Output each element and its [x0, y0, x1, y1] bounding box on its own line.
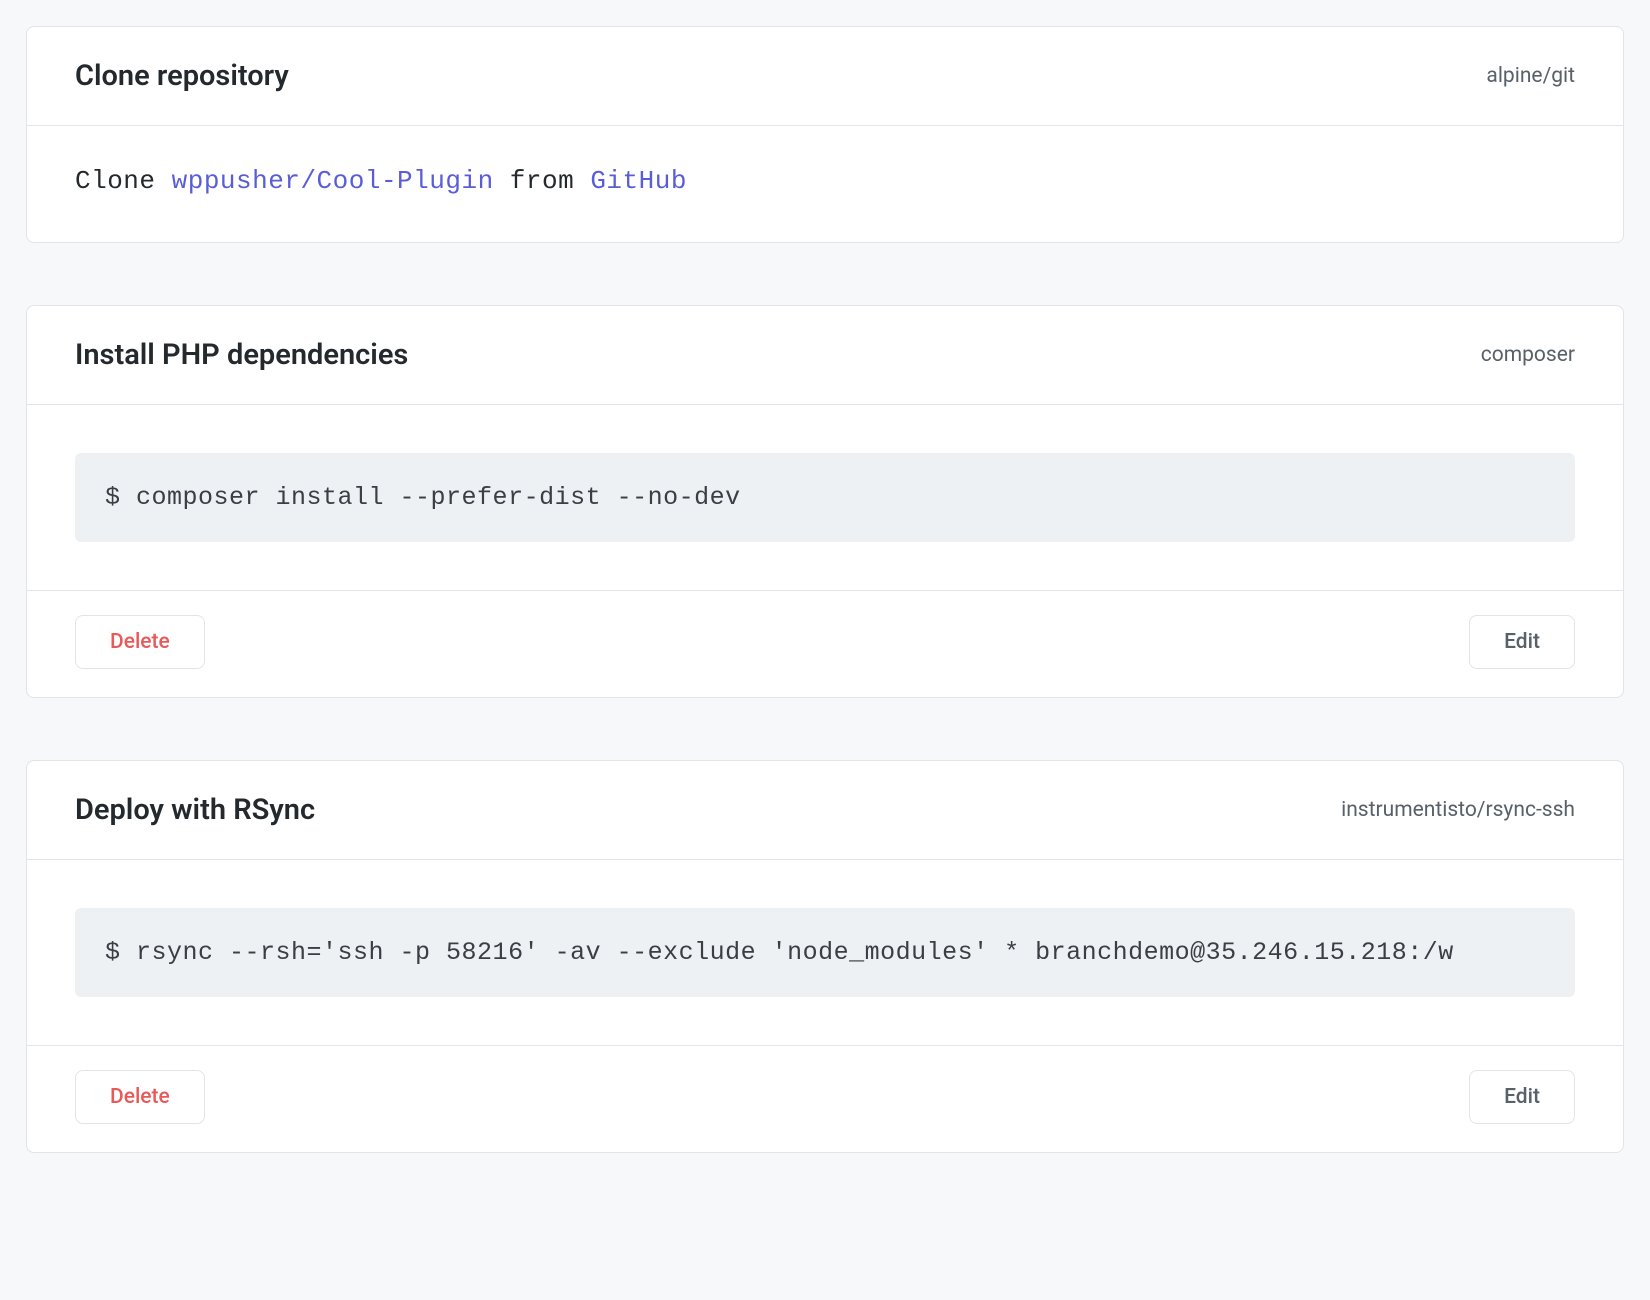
clone-repo-link[interactable]: wppusher/Cool-Plugin [172, 166, 494, 196]
delete-button[interactable]: Delete [75, 1070, 205, 1124]
clone-prefix: Clone [75, 166, 172, 196]
clone-description: Clone wppusher/Cool-Plugin from GitHub [75, 166, 1575, 196]
card-body: $ rsync --rsh='ssh -p 58216' -av --exclu… [27, 860, 1623, 1045]
card-title: Clone repository [75, 59, 289, 93]
clone-middle: from [494, 166, 591, 196]
card-header: Install PHP dependencies composer [27, 306, 1623, 405]
clone-source-link[interactable]: GitHub [590, 166, 687, 196]
card-tag: alpine/git [1486, 64, 1575, 88]
card-title: Install PHP dependencies [75, 338, 408, 372]
edit-button[interactable]: Edit [1469, 615, 1575, 669]
deploy-rsync-card: Deploy with RSync instrumentisto/rsync-s… [26, 760, 1624, 1153]
card-footer: Delete Edit [27, 1045, 1623, 1152]
card-body: $ composer install --prefer-dist --no-de… [27, 405, 1623, 590]
card-footer: Delete Edit [27, 590, 1623, 697]
card-body: Clone wppusher/Cool-Plugin from GitHub [27, 126, 1623, 242]
delete-button[interactable]: Delete [75, 615, 205, 669]
clone-repository-card: Clone repository alpine/git Clone wppush… [26, 26, 1624, 243]
command-block: $ rsync --rsh='ssh -p 58216' -av --exclu… [75, 908, 1575, 997]
card-header: Clone repository alpine/git [27, 27, 1623, 126]
install-dependencies-card: Install PHP dependencies composer $ comp… [26, 305, 1624, 698]
card-tag: composer [1481, 343, 1575, 367]
card-header: Deploy with RSync instrumentisto/rsync-s… [27, 761, 1623, 860]
edit-button[interactable]: Edit [1469, 1070, 1575, 1124]
card-tag: instrumentisto/rsync-ssh [1341, 798, 1575, 822]
command-block: $ composer install --prefer-dist --no-de… [75, 453, 1575, 542]
card-title: Deploy with RSync [75, 793, 315, 827]
